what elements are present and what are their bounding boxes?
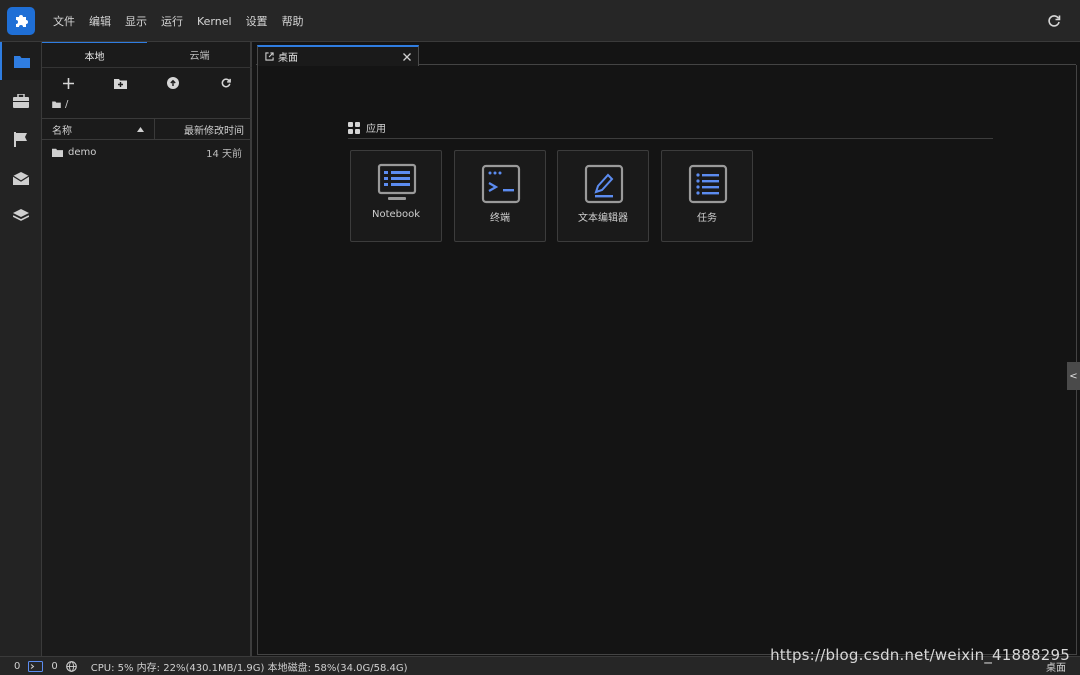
notebook-card-label: Notebook: [371, 209, 421, 220]
top-menu-bar: 文件 编辑 显示 运行 Kernel 设置 帮助: [0, 0, 1080, 42]
task-list-icon: [688, 164, 728, 204]
menu-file[interactable]: 文件: [53, 13, 75, 29]
menu-run[interactable]: 运行: [161, 13, 183, 29]
external-link-icon: [265, 52, 274, 61]
terminal-card-label: 终端: [490, 213, 510, 224]
menu-edit[interactable]: 编辑: [89, 13, 111, 29]
flag-icon[interactable]: [0, 120, 41, 158]
document-tab-bar: 桌面: [256, 42, 1076, 66]
right-panel-toggle[interactable]: <: [1067, 362, 1080, 390]
task-card-label: 任务: [697, 213, 717, 224]
new-folder-icon[interactable]: [110, 72, 132, 94]
refresh-files-icon[interactable]: [215, 72, 237, 94]
file-browser-folder-icon[interactable]: [0, 42, 41, 80]
file-name: demo: [68, 146, 97, 158]
activity-bar: [0, 42, 42, 656]
folder-icon: [52, 148, 63, 157]
close-icon[interactable]: [400, 50, 414, 64]
tab-cloud[interactable]: 云端: [147, 42, 252, 67]
terminal-count[interactable]: 0: [51, 661, 57, 672]
app-logo-puzzle-icon[interactable]: [7, 7, 35, 35]
text-editor-icon: [584, 164, 624, 204]
column-modified-header[interactable]: 最新修改时间: [155, 119, 252, 139]
file-source-tabs: 本地 云端: [42, 42, 252, 68]
terminal-launcher-card[interactable]: 终端: [454, 150, 546, 242]
kernel-count[interactable]: 0: [14, 661, 20, 672]
watermark-url: https://blog.csdn.net/weixin_41888295: [770, 646, 1070, 664]
resource-usage: CPU: 5% 内存: 22%(430.1MB/1.9G) 本地磁盘: 58%(…: [90, 662, 408, 674]
breadcrumb-path: /: [65, 99, 69, 110]
upload-icon[interactable]: [162, 72, 184, 94]
menu-settings[interactable]: 设置: [246, 13, 268, 29]
tab-desktop[interactable]: 桌面: [257, 45, 419, 66]
launcher-panel: 应用 Notebook 终端 文本编辑器 任务: [257, 65, 1077, 655]
column-name-label: 名称: [52, 125, 72, 137]
apps-grid-icon: [348, 121, 360, 134]
breadcrumb-folder-icon: [52, 101, 61, 108]
notebook-icon: [377, 163, 417, 200]
apps-section-title: 应用: [366, 124, 386, 135]
menu-view[interactable]: 显示: [125, 13, 147, 29]
tab-local[interactable]: 本地: [42, 42, 147, 67]
sort-ascending-icon: [137, 126, 144, 132]
file-toolbar: [42, 72, 252, 94]
text-editor-card-label: 文本编辑器: [578, 213, 628, 224]
globe-icon[interactable]: [65, 660, 77, 672]
column-modified-label: 最新修改时间: [184, 125, 244, 137]
terminal-icon: [481, 164, 521, 204]
task-launcher-card[interactable]: 任务: [661, 150, 753, 242]
file-row-demo[interactable]: demo 14 天前: [42, 142, 252, 162]
column-name-header[interactable]: 名称: [42, 119, 155, 139]
terminal-status-icon[interactable]: [28, 660, 44, 672]
apps-section-header: 应用: [348, 117, 993, 139]
menu-kernel[interactable]: Kernel: [197, 15, 232, 28]
refresh-icon[interactable]: [1046, 13, 1062, 29]
tab-desktop-label: 桌面: [278, 53, 298, 64]
text-editor-launcher-card[interactable]: 文本编辑器: [557, 150, 649, 242]
inbox-icon[interactable]: [0, 159, 41, 197]
toolbox-briefcase-icon[interactable]: [0, 82, 41, 120]
notebook-launcher-card[interactable]: Notebook: [350, 150, 442, 242]
file-browser-panel: 本地 云端 / 名称 最新修改时间 demo 14 天前: [42, 42, 252, 656]
new-file-plus-icon[interactable]: [57, 72, 79, 94]
menu-help[interactable]: 帮助: [282, 13, 304, 29]
file-modified: 14 天前: [206, 148, 242, 160]
main-menu: 文件 编辑 显示 运行 Kernel 设置 帮助: [53, 0, 318, 42]
file-list-header: 名称 最新修改时间: [42, 118, 252, 140]
layers-icon[interactable]: [0, 197, 41, 235]
main-area: 桌面 应用 Notebook 终端 文本编辑器 任务 <: [256, 42, 1080, 656]
breadcrumb[interactable]: /: [52, 99, 68, 110]
